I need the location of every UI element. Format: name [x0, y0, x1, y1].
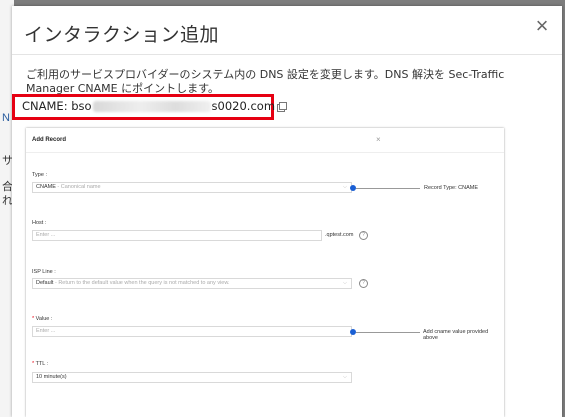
chevron-down-icon: ⌵: [342, 374, 347, 380]
isp-line-value: Default: [36, 280, 54, 286]
chevron-down-icon: ⌵: [342, 280, 347, 286]
redacted-cname-mask: [92, 100, 211, 112]
ttl-select: 10 minute(s) ⌵: [32, 372, 352, 383]
pointer-line: [356, 332, 420, 333]
cname-value: CNAME: bso s0020.com: [22, 99, 288, 113]
host-input: Enter ...: [32, 230, 322, 241]
pointer-line: [356, 188, 420, 189]
close-icon[interactable]: ×: [532, 15, 552, 37]
host-suffix: .qptest.com: [325, 232, 354, 238]
dialog-title: インタラクション追加: [24, 24, 220, 46]
record-type-note: Record Type: CNAME: [424, 185, 479, 191]
type-value-hint: - Canonical name: [57, 184, 101, 190]
value-input: Enter ...: [32, 326, 352, 337]
chevron-down-icon: ⌵: [342, 184, 347, 190]
add-record-divider: [26, 152, 504, 153]
isp-line-value-hint: - Return to the default value when the q…: [54, 280, 230, 286]
cname-prefix: CNAME: bso: [22, 99, 92, 113]
cname-value-note: Add cname value provided above: [423, 329, 489, 341]
value-label: * Value :: [32, 316, 52, 322]
required-mark: *: [32, 316, 35, 322]
add-record-title: Add Record: [32, 137, 67, 143]
isp-line-label: ISP Line :: [32, 269, 56, 275]
host-label: Host :: [32, 220, 47, 226]
help-icon: ?: [359, 279, 368, 288]
type-value: CNAME: [36, 184, 56, 190]
close-icon: ×: [376, 135, 381, 144]
type-label: Type :: [32, 172, 47, 178]
copy-icon[interactable]: [277, 101, 288, 112]
add-interaction-dialog: インタラクション追加 × ご利用のサービスプロバイダーのシステム内の DNS 設…: [12, 6, 562, 417]
title-divider: [12, 54, 562, 55]
ttl-label-text: TTL :: [35, 361, 49, 367]
ttl-label: * TTL :: [32, 361, 48, 367]
type-select: CNAME - Canonical name ⌵: [32, 182, 352, 193]
value-label-text: Value :: [35, 316, 53, 322]
dns-instructions-text: ご利用のサービスプロバイダーのシステム内の DNS 設定を変更します。DNS 解…: [26, 68, 505, 95]
isp-line-select: Default - Return to the default value wh…: [32, 278, 352, 289]
required-mark: *: [32, 361, 35, 367]
cname-suffix: s0020.com: [211, 99, 276, 113]
ttl-value: 10 minute(s): [36, 374, 67, 380]
help-icon: ?: [359, 231, 368, 240]
add-record-screenshot: Add Record × Type : CNAME - Canonical na…: [26, 128, 504, 417]
background-text: N: [2, 112, 10, 124]
